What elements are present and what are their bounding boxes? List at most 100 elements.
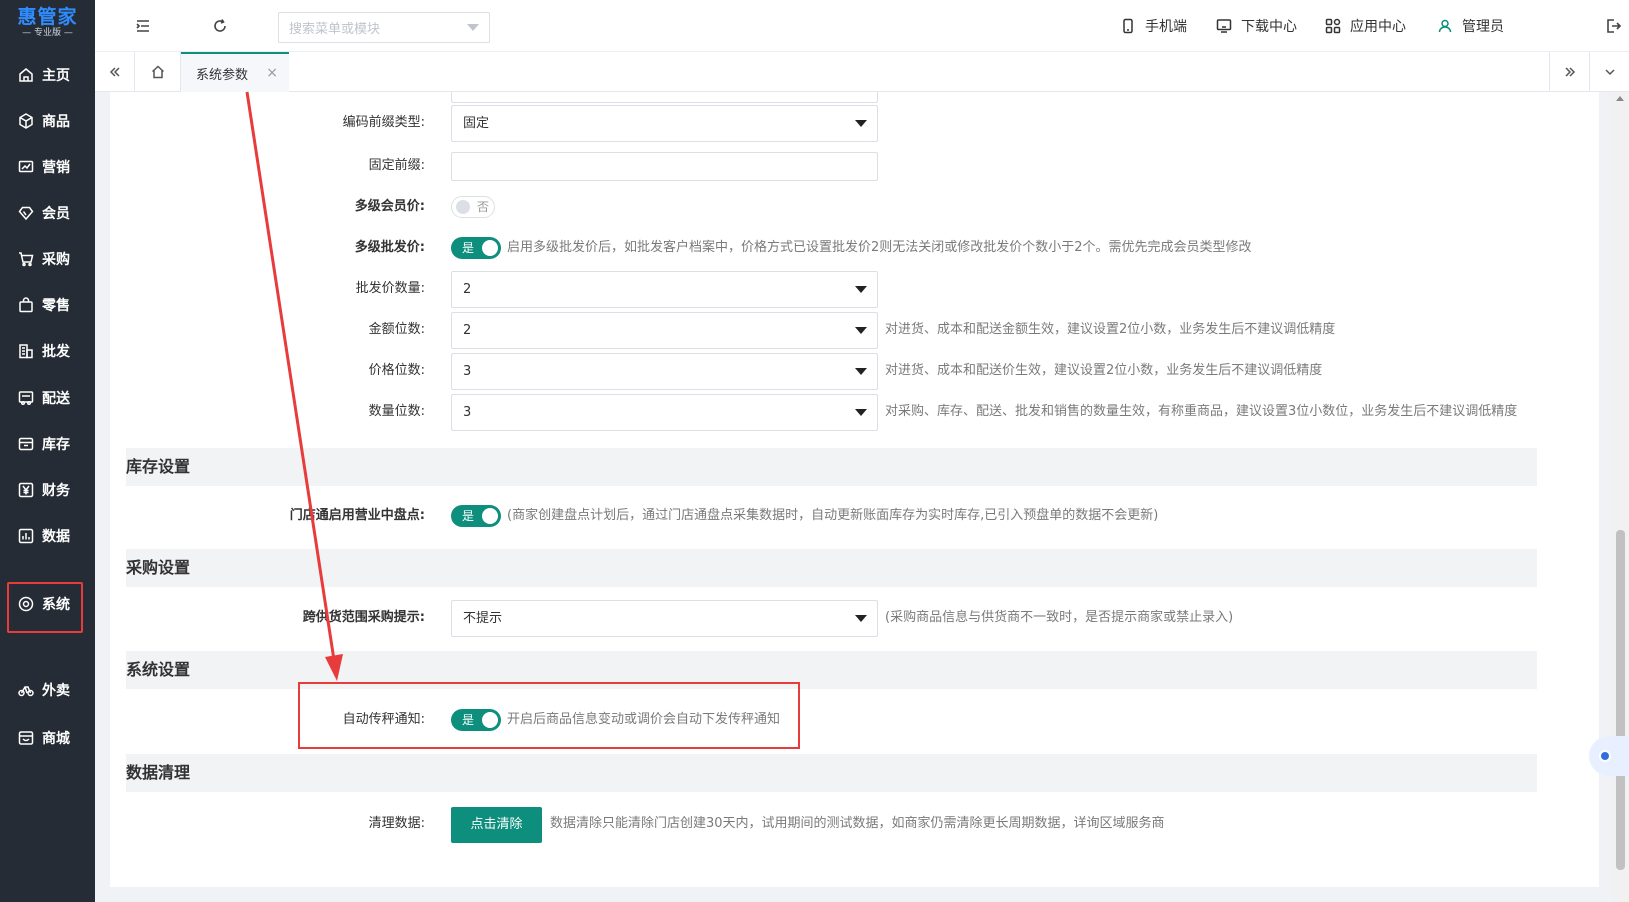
chevron-down-icon: [855, 368, 867, 375]
store-count-toggle[interactable]: 是: [451, 505, 501, 527]
refresh-icon[interactable]: [210, 16, 230, 36]
sidebar-item-delivery[interactable]: 配送: [0, 380, 95, 416]
tab-system-params[interactable]: 系统参数 ×: [181, 52, 289, 92]
sidebar-item-label: 会员: [42, 206, 70, 222]
scroll-thumb[interactable]: [1616, 530, 1625, 870]
search-placeholder: 搜索菜单或模块: [289, 22, 381, 37]
wholesale-count-select[interactable]: 2: [451, 271, 878, 308]
select-value: 不提示: [463, 611, 503, 626]
multi-wholesale-price-toggle[interactable]: 是: [451, 237, 501, 259]
sidebar-item-inventory[interactable]: 库存: [0, 426, 95, 462]
diamond-icon: [18, 206, 34, 221]
qty-digits-select[interactable]: 3: [451, 394, 878, 431]
apps-icon: [1325, 18, 1341, 34]
row-price-digits: 价格位数: 3 对进货、成本和配送价生效，建议设置2位小数，业务发生后不建议调低…: [110, 352, 1599, 390]
app-logo[interactable]: 惠管家 — 专业版 —: [0, 0, 95, 46]
sidebar-item-mall[interactable]: 商城: [0, 720, 95, 756]
menu-search-select[interactable]: 搜索菜单或模块: [278, 12, 490, 43]
sidebar-item-takeout[interactable]: 外卖: [0, 672, 95, 708]
tabs-scroll-right-icon[interactable]: [1549, 52, 1589, 92]
cross-supplier-select[interactable]: 不提示: [451, 600, 878, 637]
download-center-link[interactable]: 下载中心: [1216, 16, 1297, 36]
sidebar-item-members[interactable]: 会员: [0, 195, 95, 231]
chevron-down-icon: [855, 327, 867, 334]
field-label: 批发价数量:: [355, 281, 425, 296]
field-label: 多级批发价:: [354, 240, 425, 255]
page-scrollbar[interactable]: [1612, 92, 1629, 902]
sidebar-item-products[interactable]: 商品: [0, 103, 95, 139]
sidebar-item-system[interactable]: 系统: [0, 586, 95, 622]
auto-scale-toggle[interactable]: 是: [451, 709, 501, 731]
price-digits-select[interactable]: 3: [451, 353, 878, 390]
chevron-down-icon: [855, 286, 867, 293]
logo-subtitle: — 专业版 —: [22, 28, 73, 38]
top-bar: 搜索菜单或模块 手机端 下载中心 应用中心 管理员: [95, 0, 1629, 52]
row-amount-digits: 金额位数: 2 对进货、成本和配送金额生效，建议设置2位小数，业务发生后不建议调…: [110, 311, 1599, 349]
assistant-widget[interactable]: [1589, 736, 1629, 776]
bike-icon: [18, 686, 34, 697]
multi-member-price-toggle[interactable]: 否: [451, 196, 495, 218]
sidebar-item-home[interactable]: 主页: [0, 57, 95, 93]
app-center-link[interactable]: 应用中心: [1325, 16, 1406, 36]
truck-icon: [18, 391, 34, 406]
tabs-menu-icon[interactable]: [1589, 52, 1629, 92]
bag-icon: [19, 297, 33, 313]
field-hint: 对采购、库存、配送、批发和销售的数量生效，有称重商品，建议设置3位小数位，业务发…: [885, 404, 1518, 419]
sidebar-item-marketing[interactable]: 营销: [0, 149, 95, 185]
phone-icon: [1123, 18, 1133, 34]
field-hint: 开启后商品信息变动或调价会自动下发传秤通知: [507, 712, 781, 727]
clipped-field[interactable]: [451, 92, 878, 103]
fixed-prefix-input[interactable]: [451, 152, 878, 181]
section-system: 系统设置: [126, 651, 1537, 689]
tab-bar: 系统参数 ×: [95, 52, 1629, 92]
sidebar-item-label: 批发: [42, 344, 70, 360]
chart-icon: [18, 160, 34, 173]
field-hint: (采购商品信息与供货商不一致时，是否提示商家或禁止录入): [885, 610, 1234, 625]
user-name: 管理员: [1462, 19, 1504, 35]
chevron-down-icon: [855, 409, 867, 416]
sidebar-item-purchase[interactable]: 采购: [0, 241, 95, 277]
sidebar: 惠管家 — 专业版 — 主页 商品 营销 会员 采购 零售 批发 配送 库存 财…: [0, 0, 95, 902]
row-wholesale-count: 批发价数量: 2: [110, 270, 1599, 308]
mobile-label: 手机端: [1145, 19, 1187, 35]
tab-label: 系统参数: [196, 67, 249, 83]
field-label: 编码前缀类型:: [342, 115, 425, 130]
sidebar-item-retail[interactable]: 零售: [0, 287, 95, 323]
sidebar-item-wholesale[interactable]: 批发: [0, 333, 95, 369]
field-label: 固定前缀:: [368, 158, 425, 173]
box-icon: [18, 437, 34, 451]
assistant-icon: [1599, 750, 1611, 762]
close-icon[interactable]: ×: [266, 65, 278, 81]
section-inventory: 库存设置: [126, 448, 1537, 486]
sidebar-item-label: 配送: [42, 391, 70, 407]
chevron-down-icon: [855, 615, 867, 622]
tabs-scroll-left-icon[interactable]: [95, 52, 135, 92]
select-value: 2: [463, 323, 472, 338]
clear-data-button[interactable]: 点击清除: [451, 807, 542, 843]
field-hint: 对进货、成本和配送金额生效，建议设置2位小数，业务发生后不建议调低精度: [885, 322, 1336, 337]
scroll-up-icon[interactable]: [1616, 96, 1624, 101]
logout-icon[interactable]: [1603, 16, 1623, 36]
amount-digits-select[interactable]: 2: [451, 312, 878, 349]
user-icon: [1438, 19, 1452, 33]
row-multi-wholesale-price: 多级批发价: 是 启用多级批发价后，如批发客户档案中，价格方式已设置批发价2则无…: [110, 229, 1599, 267]
mobile-link[interactable]: 手机端: [1120, 16, 1187, 36]
row-code-prefix-type: 编码前缀类型: 固定: [110, 104, 1599, 142]
toggle-knob: [482, 240, 498, 256]
sidebar-item-data[interactable]: 数据: [0, 518, 95, 554]
field-label: 门店通启用营业中盘点:: [289, 508, 425, 523]
menu-collapse-icon[interactable]: [133, 16, 153, 36]
toggle-text: 是: [462, 713, 475, 727]
field-label: 多级会员价:: [354, 199, 425, 214]
row-cross-supplier: 跨供货范围采购提示: 不提示 (采购商品信息与供货商不一致时，是否提示商家或禁止…: [110, 599, 1599, 637]
toggle-text: 否: [477, 200, 490, 214]
row-fixed-prefix: 固定前缀:: [110, 147, 1599, 185]
tab-home-icon[interactable]: [135, 52, 181, 92]
sidebar-item-finance[interactable]: 财务: [0, 472, 95, 508]
code-prefix-type-select[interactable]: 固定: [451, 105, 878, 142]
sidebar-item-label: 采购: [42, 252, 70, 268]
settings-panel: 编码前缀类型: 固定 固定前缀: 多级会员价: 否 多级批发价: 是 启用多级批…: [110, 92, 1599, 887]
field-hint: 数据清除只能清除门店创建30天内，试用期间的测试数据，如商家仍需清除更长周期数据…: [550, 816, 1165, 831]
download-label: 下载中心: [1241, 19, 1297, 35]
user-menu[interactable]: 管理员: [1437, 16, 1504, 36]
